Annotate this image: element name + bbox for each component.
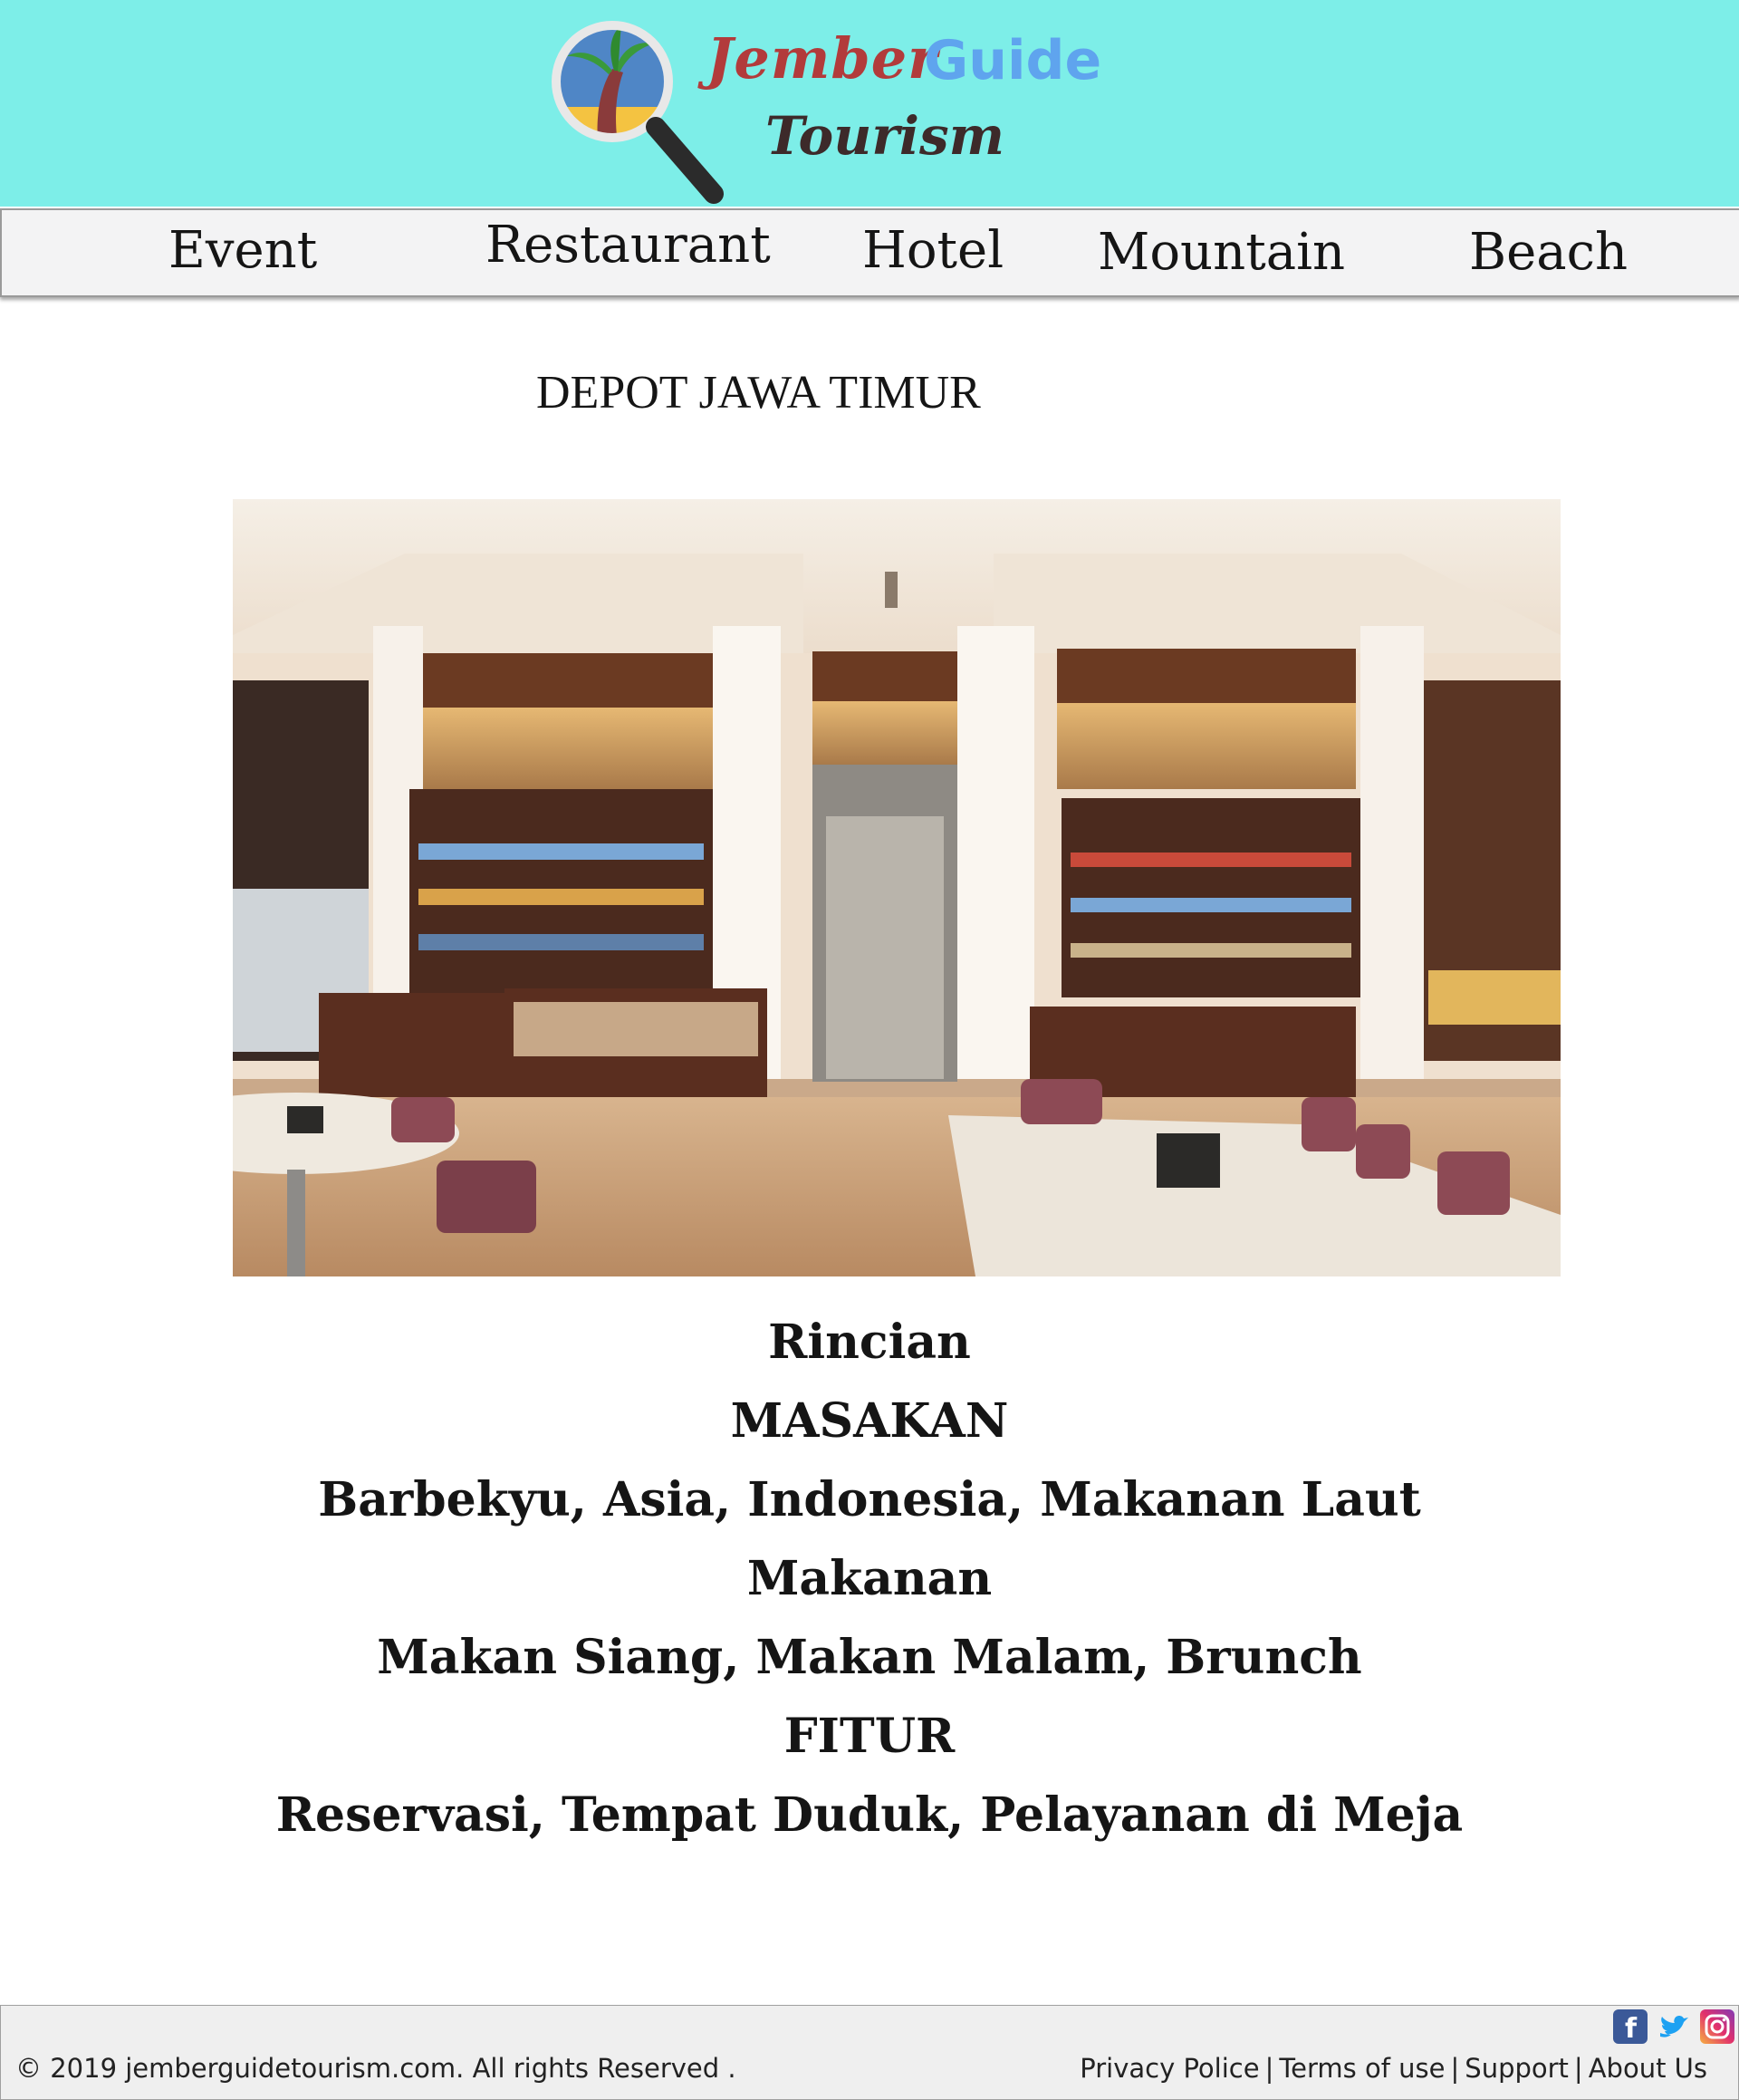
footer-link-about[interactable]: About Us <box>1589 2053 1707 2084</box>
site-header: Jember Guide Tourism <box>0 0 1739 207</box>
footer-link-privacy[interactable]: Privacy Police <box>1080 2053 1259 2084</box>
nav-item-restaurant[interactable]: Restaurant <box>485 216 771 275</box>
logo-word-jember: Jember <box>706 25 938 92</box>
footer-links: Privacy Police | Terms of use | Support | Abou… <box>1080 2053 1707 2084</box>
restaurant-interior-image <box>233 499 1561 1276</box>
footer-link-terms[interactable]: Terms of use <box>1279 2053 1445 2084</box>
nav-item-mountain[interactable]: Mountain <box>1098 223 1345 282</box>
logo-word-guide: Guide <box>924 29 1102 92</box>
footer-link-support[interactable]: Support <box>1465 2053 1569 2084</box>
features-value: Reservasi, Tempat Duduk, Pelayanan di Me… <box>275 1787 1464 1843</box>
site-logo[interactable]: Jember Guide Tourism <box>543 16 1105 208</box>
footer-separator: | <box>1573 2053 1583 2084</box>
page-title: DEPOT JAWA TIMUR <box>536 367 981 419</box>
social-links: f <box>1608 2009 1734 2049</box>
nav-item-beach[interactable]: Beach <box>1469 223 1628 282</box>
meals-label: Makanan <box>746 1551 993 1606</box>
logo-word-tourism: Tourism <box>765 105 1004 167</box>
instagram-icon[interactable] <box>1700 2009 1734 2044</box>
copyright-text: © 2019 jemberguidetourism.com. All right… <box>15 2053 736 2084</box>
site-footer: f © 2019 jemberguidetourism.com. All rig… <box>0 2005 1739 2100</box>
nav-item-event[interactable]: Event <box>168 221 317 280</box>
restaurant-photo <box>233 499 1561 1276</box>
restaurant-details: Rincian MASAKAN Barbekyu, Asia, Indonesi… <box>0 1303 1739 1854</box>
meals-value: Makan Siang, Makan Malam, Brunch <box>377 1630 1362 1685</box>
footer-separator: | <box>1264 2053 1274 2084</box>
cuisine-label: MASAKAN <box>730 1393 1009 1449</box>
cuisine-value: Barbekyu, Asia, Indonesia, Makanan Laut <box>318 1472 1421 1527</box>
details-heading: Rincian <box>768 1315 971 1370</box>
twitter-icon[interactable] <box>1657 2009 1691 2044</box>
svg-text:f: f <box>1625 2013 1638 2044</box>
nav-item-hotel[interactable]: Hotel <box>862 221 1004 280</box>
features-label: FITUR <box>783 1709 956 1764</box>
facebook-icon[interactable]: f <box>1613 2009 1648 2045</box>
main-nav: Event Restaurant Hotel Mountain Beach <box>0 208 1739 297</box>
footer-separator: | <box>1450 2053 1460 2084</box>
